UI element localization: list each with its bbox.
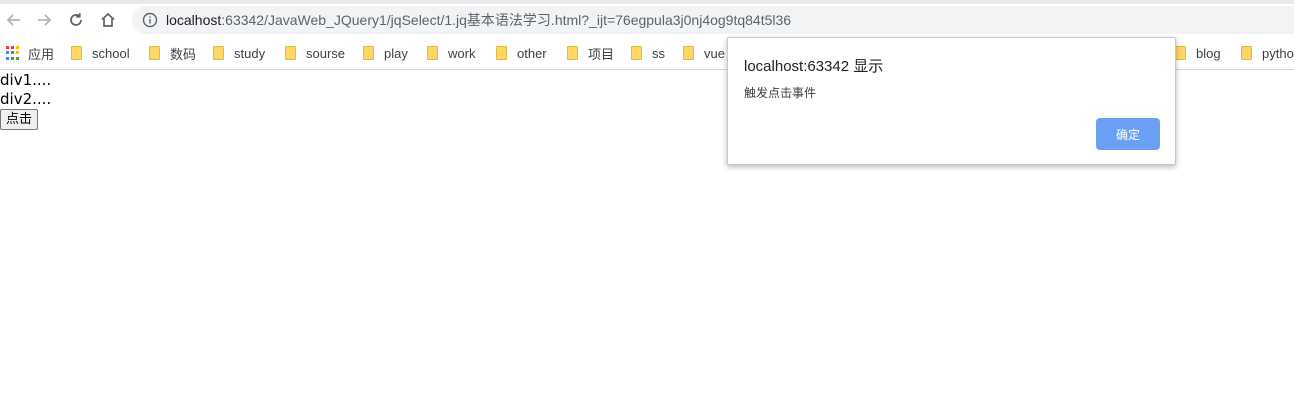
folder-icon	[213, 46, 224, 60]
folder-icon	[285, 46, 296, 60]
home-icon	[101, 12, 115, 27]
page-content: div1.... div2.... 点击	[0, 71, 51, 130]
bookmark-label: work	[448, 45, 476, 61]
bookmark-label: 数码	[170, 46, 197, 62]
bookmark-school[interactable]: school	[71, 42, 130, 64]
info-icon[interactable]	[142, 12, 158, 28]
bookmark-label: vue	[704, 45, 725, 61]
url-path: :63342/JavaWeb_JQuery1/jqSelect/1.jq基本语法…	[221, 12, 792, 28]
home-button[interactable]	[96, 8, 120, 32]
bookmark-label: other	[517, 45, 547, 61]
bookmark-vue[interactable]: vue	[683, 42, 725, 64]
bookmark-digital[interactable]: 数码	[149, 42, 196, 64]
bookmark-work[interactable]: work	[427, 42, 475, 64]
reload-button[interactable]	[64, 8, 88, 32]
address-bar[interactable]: localhost:63342/JavaWeb_JQuery1/jqSelect…	[132, 6, 1294, 34]
div1-text: div1....	[0, 71, 52, 89]
folder-icon	[683, 46, 694, 60]
bookmark-other[interactable]: other	[496, 42, 547, 64]
folder-icon	[1175, 46, 1186, 60]
bookmark-label: blog	[1196, 45, 1221, 61]
bookmark-ss[interactable]: ss	[631, 42, 665, 64]
reload-icon	[70, 13, 82, 26]
bookmark-blog[interactable]: blog	[1175, 42, 1221, 64]
alert-dialog: localhost:63342 显示 触发点击事件 确定	[727, 37, 1176, 165]
bookmark-label: pytho	[1262, 45, 1294, 61]
bookmark-python[interactable]: pytho	[1241, 42, 1294, 64]
dialog-title: localhost:63342 显示	[744, 58, 884, 75]
arrow-left-icon	[6, 14, 20, 26]
folder-icon	[71, 46, 82, 60]
bookmark-apps[interactable]: 应用	[6, 42, 54, 64]
browser-toolbar: localhost:63342/JavaWeb_JQuery1/jqSelect…	[0, 4, 1294, 36]
arrow-right-icon	[38, 14, 52, 26]
bookmark-label: study	[234, 45, 266, 61]
folder-icon	[496, 46, 507, 60]
folder-icon	[149, 46, 160, 60]
folder-icon	[363, 46, 374, 60]
bookmark-sourse[interactable]: sourse	[285, 42, 345, 64]
url-host: localhost	[166, 12, 222, 28]
bookmark-label: 项目	[588, 46, 615, 62]
forward-button[interactable]	[32, 8, 56, 32]
bookmark-label: play	[384, 45, 408, 61]
apps-grid-icon	[6, 46, 20, 60]
bookmark-study[interactable]: study	[213, 42, 265, 64]
folder-icon	[631, 46, 642, 60]
dialog-message: 触发点击事件	[744, 86, 817, 100]
bookmark-label: ss	[652, 45, 665, 61]
folder-icon	[567, 46, 578, 60]
url-text[interactable]: localhost:63342/JavaWeb_JQuery1/jqSelect…	[166, 11, 791, 29]
click-button[interactable]: 点击	[0, 109, 39, 130]
folder-icon	[1241, 46, 1252, 60]
bookmark-label: 应用	[28, 46, 55, 62]
bookmark-label: sourse	[306, 45, 346, 61]
div2-text: div2....	[0, 90, 52, 108]
ok-button[interactable]: 确定	[1096, 118, 1160, 150]
bookmark-label: school	[92, 45, 130, 61]
folder-icon	[427, 46, 438, 60]
bookmark-play[interactable]: play	[363, 42, 408, 64]
back-button[interactable]	[2, 8, 26, 32]
bookmark-project[interactable]: 项目	[567, 42, 614, 64]
